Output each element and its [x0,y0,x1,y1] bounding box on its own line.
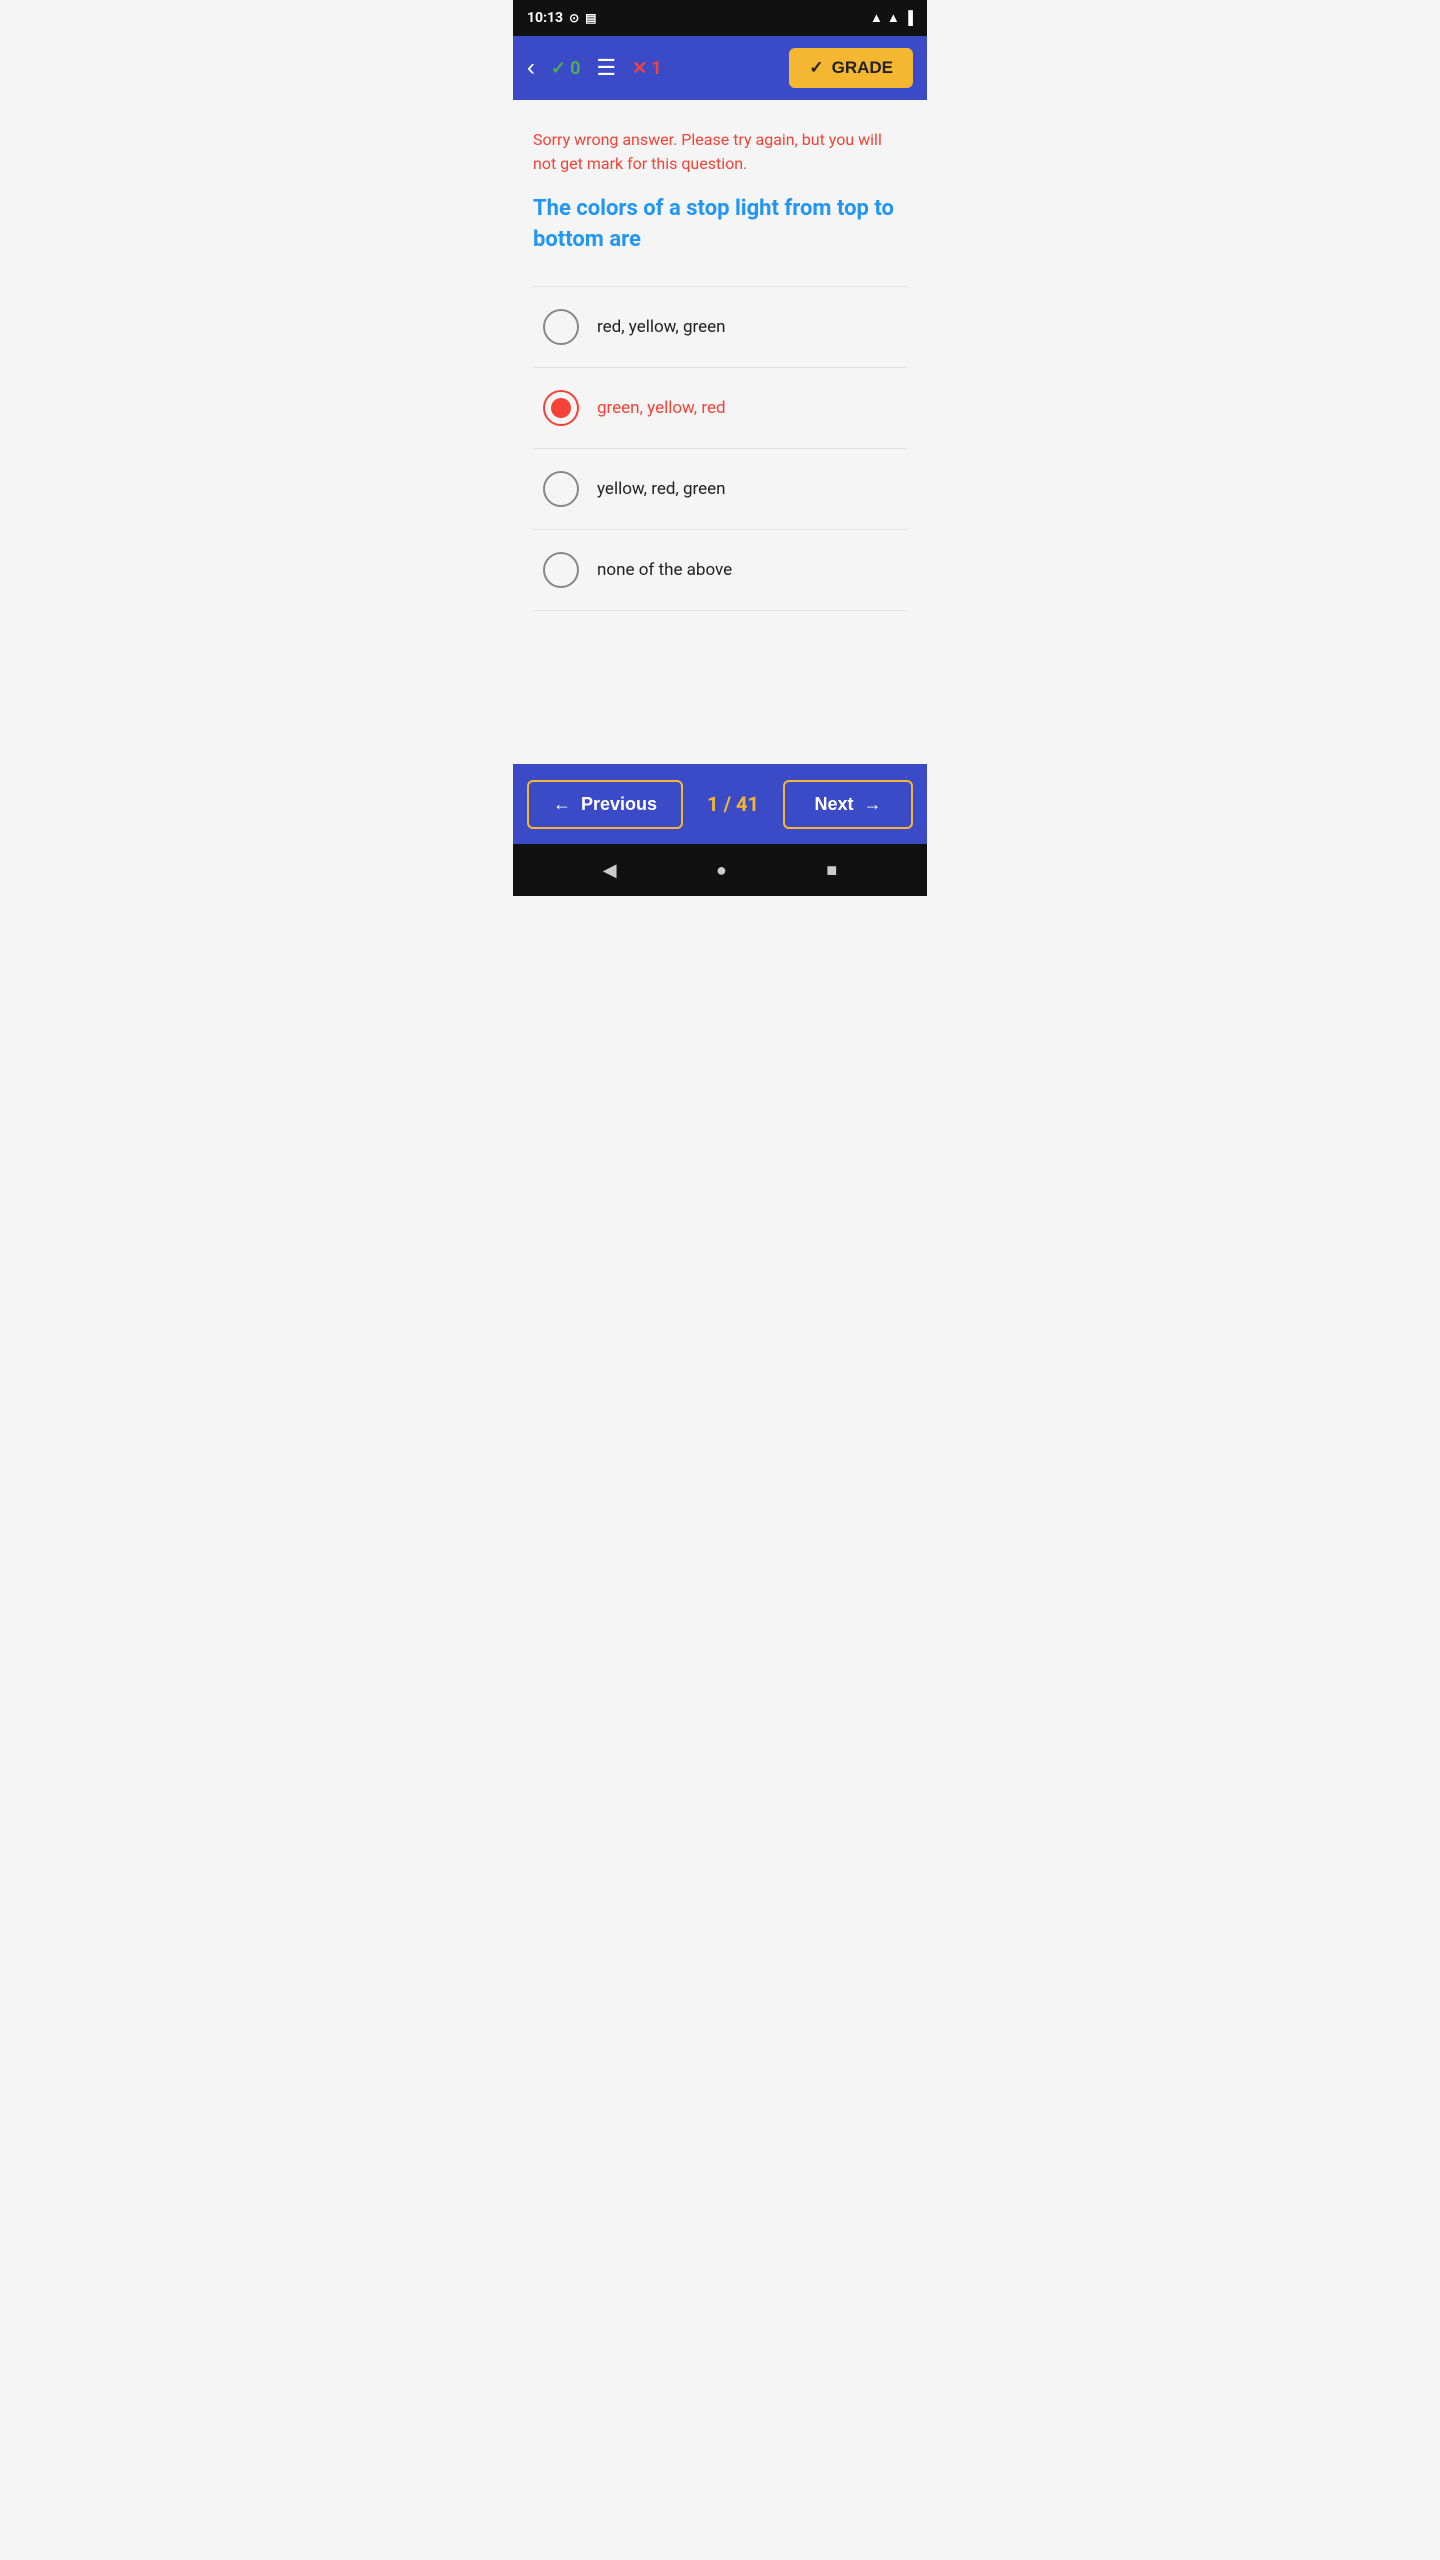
radio-b[interactable] [543,390,579,426]
back-button[interactable]: ‹ [527,56,535,80]
left-arrow-icon: ← [553,794,571,815]
option-label-b: green, yellow, red [597,398,726,418]
status-bar-left: 10:13 ⊙ ▤ [527,10,596,26]
grade-check-icon: ✓ [809,58,823,78]
option-item-a[interactable]: red, yellow, green [533,286,907,368]
app-header: ‹ ✓ 0 ☰ ✕ 1 ✓ GRADE [513,36,927,100]
main-content: Sorry wrong answer. Please try again, bu… [513,100,927,764]
previous-button[interactable]: ← Previous [527,780,683,829]
notification-dot-icon: ⊙ [569,11,579,25]
header-left: ‹ ✓ 0 ☰ ✕ 1 [527,56,662,81]
android-home-button[interactable]: ● [716,860,727,881]
options-list: red, yellow, green green, yellow, red ye… [533,286,907,611]
wrong-x-icon: ✕ [632,58,647,79]
radio-b-inner [551,398,571,418]
footer-nav: ← Previous 1 / 41 Next → [513,764,927,844]
grade-button[interactable]: ✓ GRADE [789,48,913,88]
wifi-icon: ▲ [870,10,883,26]
option-item-d[interactable]: none of the above [533,530,907,611]
status-bar: 10:13 ⊙ ▤ ▲ ▲ ▐ [513,0,927,36]
error-message: Sorry wrong answer. Please try again, bu… [533,128,907,176]
menu-icon[interactable]: ☰ [596,56,616,81]
page-indicator: 1 / 41 [707,792,759,816]
option-label-d: none of the above [597,560,732,580]
wrong-score: ✕ 1 [632,58,661,79]
android-nav-bar: ◀ ● ■ [513,844,927,896]
next-label: Next [814,794,853,815]
option-label-a: red, yellow, green [597,317,726,337]
next-button[interactable]: Next → [783,780,913,829]
correct-score: ✓ 0 [551,58,580,79]
previous-label: Previous [581,794,657,815]
option-label-c: yellow, red, green [597,479,726,499]
radio-a[interactable] [543,309,579,345]
clipboard-icon: ▤ [585,11,596,25]
battery-icon: ▐ [904,10,913,26]
android-back-button[interactable]: ◀ [603,860,617,881]
time-display: 10:13 [527,10,563,26]
correct-check-icon: ✓ [551,58,566,79]
grade-label: GRADE [832,58,893,78]
radio-d[interactable] [543,552,579,588]
option-item-b[interactable]: green, yellow, red [533,368,907,449]
android-recents-button[interactable]: ■ [826,860,837,881]
question-text: The colors of a stop light from top to b… [533,194,907,256]
status-bar-right: ▲ ▲ ▐ [870,10,913,26]
radio-c[interactable] [543,471,579,507]
right-arrow-icon: → [864,794,882,815]
signal-icon: ▲ [887,10,900,26]
option-item-c[interactable]: yellow, red, green [533,449,907,530]
